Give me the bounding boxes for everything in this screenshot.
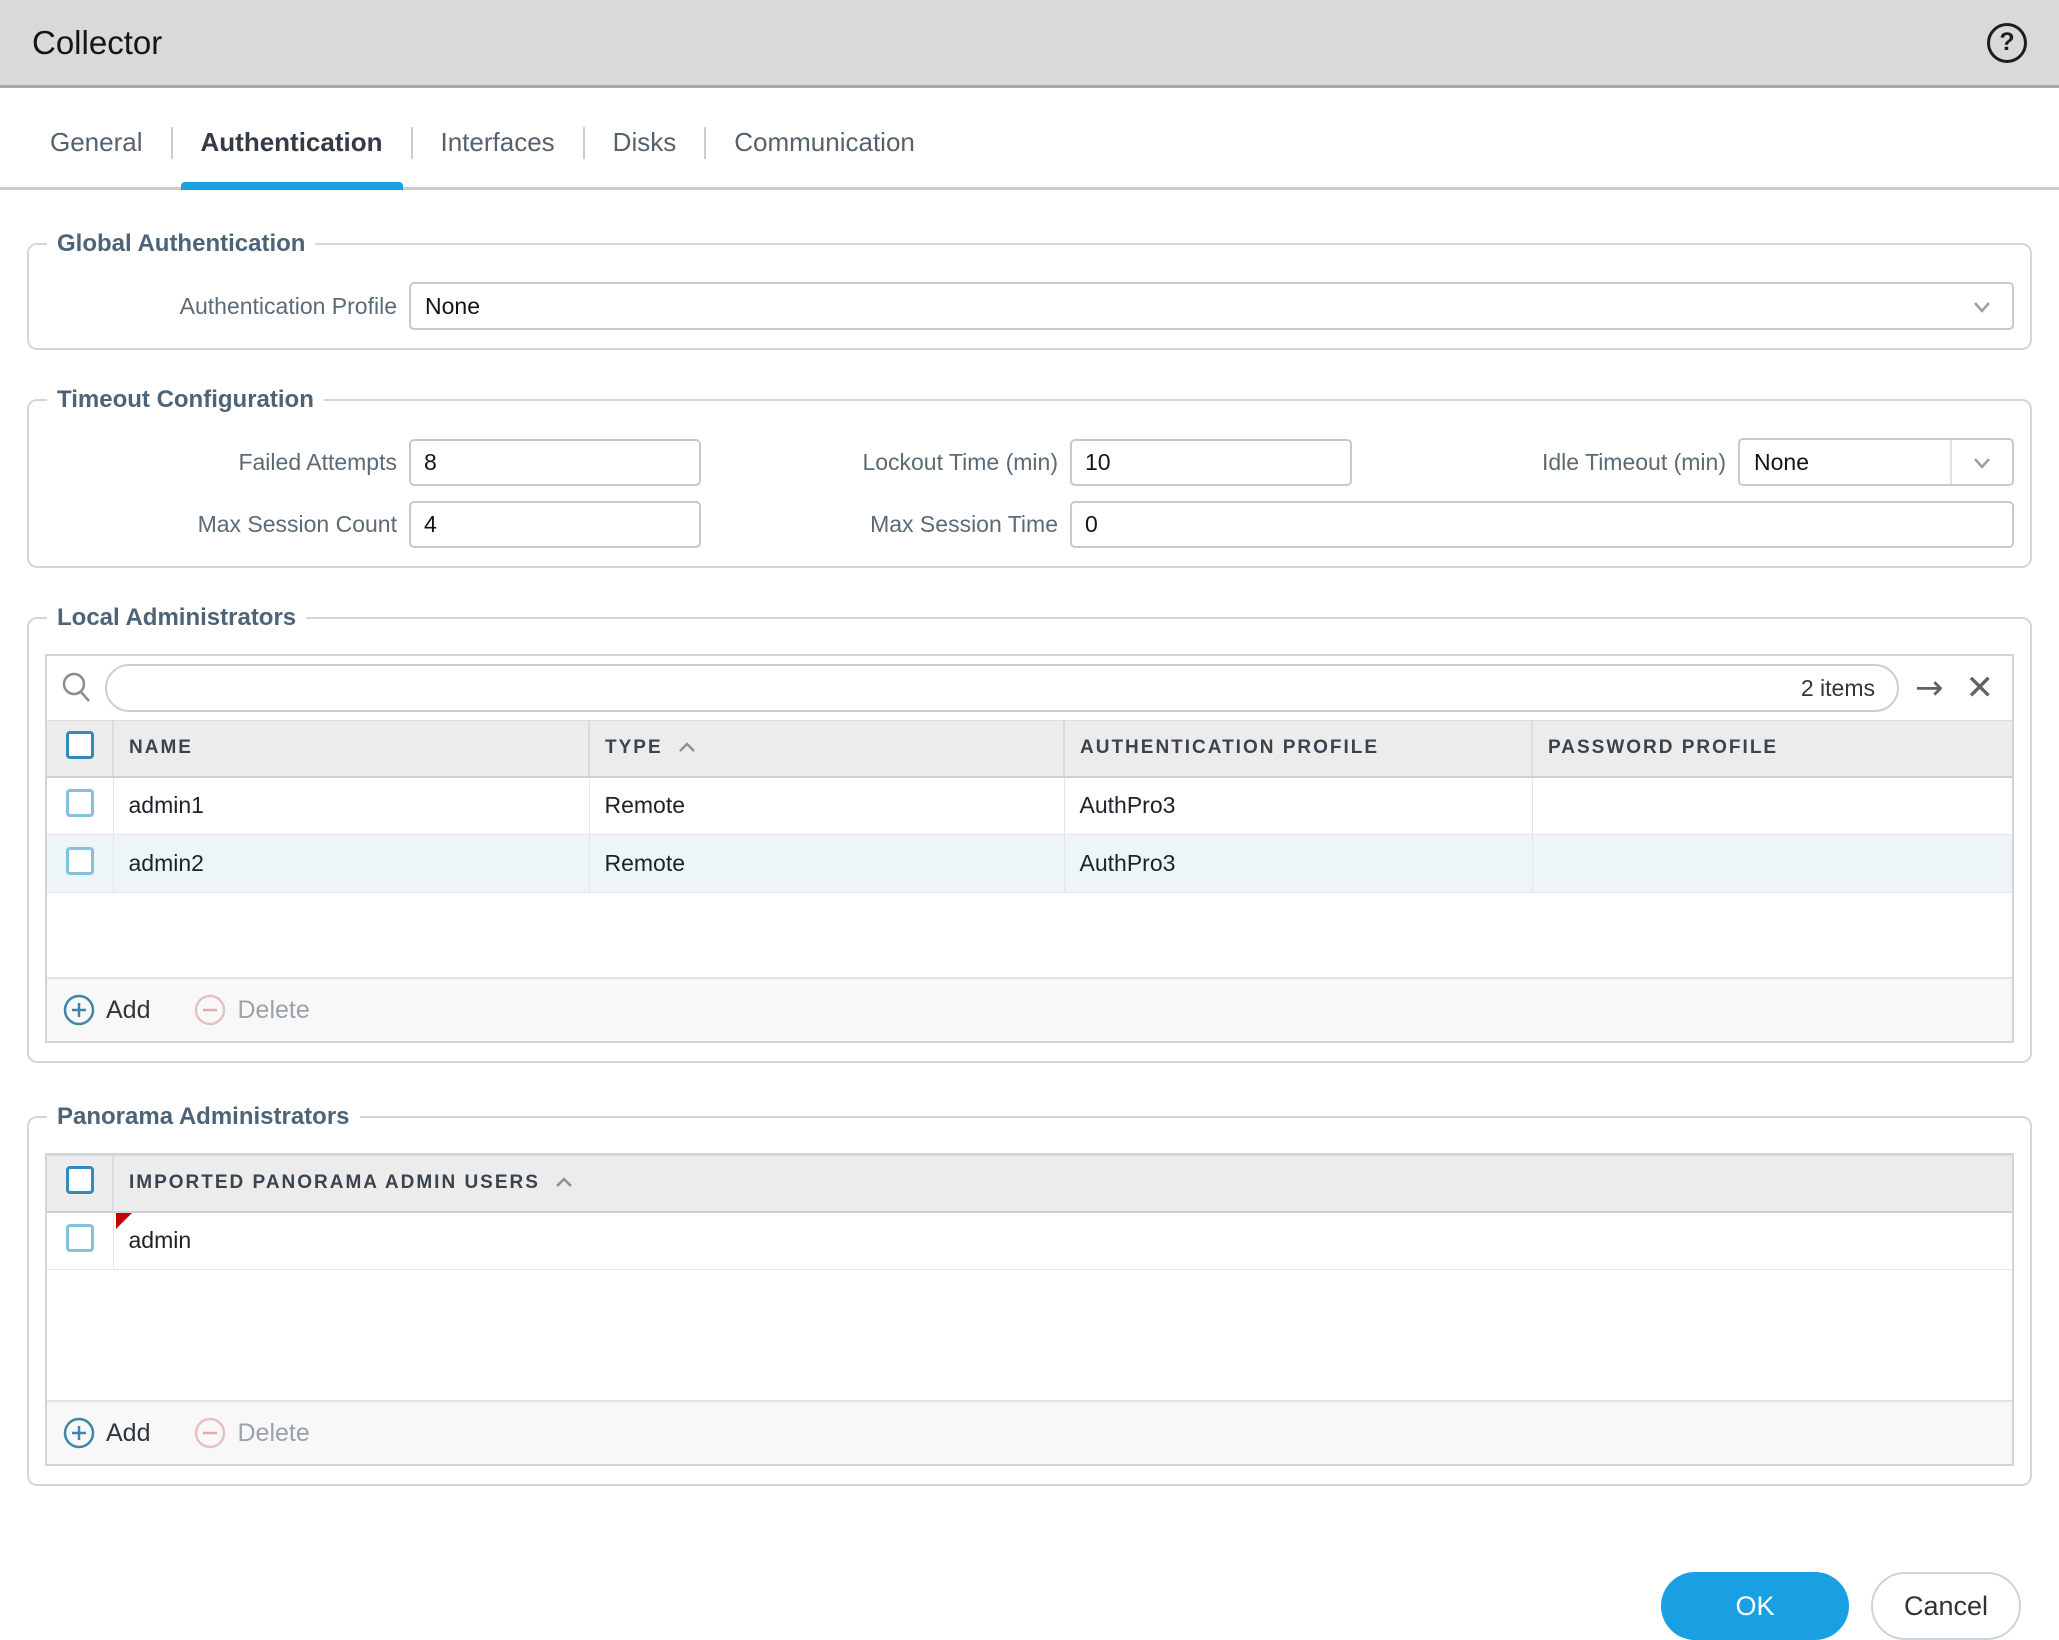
authentication-profile-value: None xyxy=(425,293,480,320)
add-icon xyxy=(61,992,97,1028)
authentication-profile-select[interactable]: None xyxy=(409,282,2014,330)
select-all-header xyxy=(47,721,113,777)
cell-authentication-profile: AuthPro3 xyxy=(1064,835,1532,893)
max-session-time-label: Max Session Time xyxy=(713,511,1058,538)
row-checkbox[interactable] xyxy=(66,1224,94,1252)
tab-disks[interactable]: Disks xyxy=(585,98,705,187)
max-session-count-field[interactable] xyxy=(409,501,701,548)
cell-type: Remote xyxy=(589,835,1064,893)
column-header-password-profile[interactable]: PASSWORD PROFILE xyxy=(1532,721,2012,777)
lockout-time-label: Lockout Time (min) xyxy=(713,449,1058,476)
cell-imported-admin-user: admin xyxy=(113,1212,2012,1270)
table-toolbar: Add Delete xyxy=(47,977,2012,1041)
panorama-administrators-table: IMPORTED PANORAMA ADMIN USERS xyxy=(47,1155,2012,1270)
section-legend: Global Authentication xyxy=(47,230,315,258)
lockout-time-field[interactable] xyxy=(1070,439,1352,486)
section-legend: Timeout Configuration xyxy=(47,386,324,414)
tab-bar: General Authentication Interfaces Disks … xyxy=(0,98,2059,190)
delete-button[interactable]: Delete xyxy=(192,992,309,1028)
table-empty-area xyxy=(47,893,2012,977)
search-icon xyxy=(59,670,95,706)
select-all-checkbox[interactable] xyxy=(66,1166,94,1194)
dialog-actions: OK Cancel xyxy=(0,1572,2059,1640)
tab-authentication[interactable]: Authentication xyxy=(173,98,411,187)
add-button[interactable]: Add xyxy=(61,992,150,1028)
table-empty-area xyxy=(47,1270,2012,1400)
ok-button[interactable]: OK xyxy=(1661,1572,1849,1640)
local-administrators-section: Local Administrators 2 items → ✕ NA xyxy=(27,604,2032,1063)
chevron-down-icon xyxy=(1952,284,2012,328)
row-checkbox[interactable] xyxy=(66,789,94,817)
table-row[interactable]: admin1 Remote AuthPro3 xyxy=(47,777,2012,835)
idle-timeout-label: Idle Timeout (min) xyxy=(1364,449,1726,476)
item-count-badge: 2 items xyxy=(1801,675,1875,702)
authentication-profile-label: Authentication Profile xyxy=(45,293,397,320)
column-header-imported-panorama-admin-users[interactable]: IMPORTED PANORAMA ADMIN USERS xyxy=(113,1156,2012,1212)
max-session-count-label: Max Session Count xyxy=(45,511,397,538)
max-session-time-field[interactable] xyxy=(1070,501,2014,548)
dialog-title: Collector xyxy=(32,24,162,62)
tab-interfaces[interactable]: Interfaces xyxy=(413,98,583,187)
cell-password-profile xyxy=(1532,777,2012,835)
table-toolbar: Add Delete xyxy=(47,1400,2012,1464)
table-row[interactable]: admin xyxy=(47,1212,2012,1270)
tab-communication[interactable]: Communication xyxy=(706,98,943,187)
cell-name: admin1 xyxy=(113,777,589,835)
help-icon[interactable]: ? xyxy=(1987,23,2027,63)
idle-timeout-value: None xyxy=(1754,449,1809,476)
column-header-name[interactable]: NAME xyxy=(113,721,589,777)
sort-ascending-icon xyxy=(552,1171,576,1195)
search-input[interactable] xyxy=(129,675,1801,702)
dialog-header: Collector ? xyxy=(0,0,2059,88)
cancel-button[interactable]: Cancel xyxy=(1871,1572,2021,1640)
global-authentication-section: Global Authentication Authentication Pro… xyxy=(27,230,2032,350)
table-search-bar: 2 items → ✕ xyxy=(47,656,2012,720)
cell-type: Remote xyxy=(589,777,1064,835)
modified-flag-icon xyxy=(116,1213,132,1229)
row-checkbox[interactable] xyxy=(66,847,94,875)
sort-ascending-icon xyxy=(675,736,699,760)
add-button[interactable]: Add xyxy=(61,1415,150,1451)
search-input-pill: 2 items xyxy=(105,664,1899,712)
section-legend: Panorama Administrators xyxy=(47,1103,360,1131)
delete-button[interactable]: Delete xyxy=(192,1415,309,1451)
select-all-checkbox[interactable] xyxy=(66,731,94,759)
cell-password-profile xyxy=(1532,835,2012,893)
failed-attempts-field[interactable] xyxy=(409,439,701,486)
cell-name: admin2 xyxy=(113,835,589,893)
column-header-authentication-profile[interactable]: AUTHENTICATION PROFILE xyxy=(1064,721,1532,777)
add-icon xyxy=(61,1415,97,1451)
tab-general[interactable]: General xyxy=(22,98,171,187)
delete-icon xyxy=(192,992,228,1028)
column-header-type[interactable]: TYPE xyxy=(589,721,1064,777)
chevron-down-icon xyxy=(1950,440,2012,484)
local-administrators-table: NAME TYPE AUTHENTICATION PROFILE PASSWOR… xyxy=(47,720,2012,893)
delete-icon xyxy=(192,1415,228,1451)
apply-filter-icon[interactable]: → xyxy=(1909,671,1950,705)
panorama-administrators-section: Panorama Administrators IMPORTED PANORAM… xyxy=(27,1103,2032,1486)
timeout-configuration-section: Timeout Configuration Failed Attempts Lo… xyxy=(27,386,2032,568)
idle-timeout-select[interactable]: None xyxy=(1738,438,2014,486)
section-legend: Local Administrators xyxy=(47,604,306,632)
clear-filter-icon[interactable]: ✕ xyxy=(1960,671,2001,705)
table-row[interactable]: admin2 Remote AuthPro3 xyxy=(47,835,2012,893)
select-all-header xyxy=(47,1156,113,1212)
cell-authentication-profile: AuthPro3 xyxy=(1064,777,1532,835)
failed-attempts-label: Failed Attempts xyxy=(45,449,397,476)
